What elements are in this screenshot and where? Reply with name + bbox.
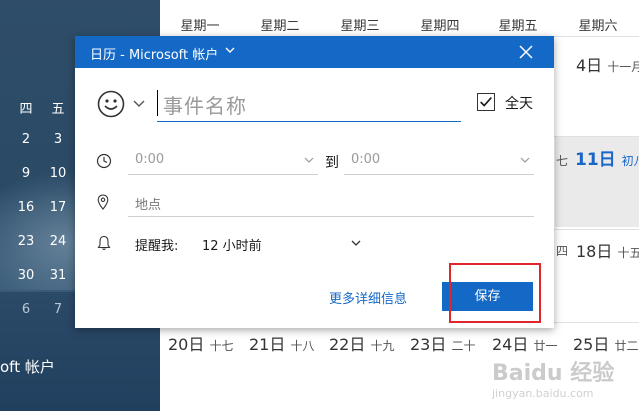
- to-label: 到: [325, 155, 339, 171]
- calendar-day-cell[interactable]: 22日 十九: [329, 331, 394, 355]
- location-input[interactable]: 地点: [128, 189, 534, 217]
- end-time-value: 0:00: [351, 152, 381, 167]
- mini-calendar-day[interactable]: 9: [14, 166, 38, 181]
- calendar-day-cell[interactable]: 四: [556, 240, 568, 259]
- week-header: 星期一 星期二 星期三 星期四 星期五 星期六: [160, 0, 639, 36]
- lunar-date: 二十: [451, 339, 476, 353]
- day-number: 24日: [492, 335, 529, 354]
- weekday-header: 星期五: [498, 19, 538, 34]
- mini-calendar-day[interactable]: 3: [46, 132, 70, 147]
- chevron-down-icon[interactable]: [225, 45, 235, 55]
- close-icon[interactable]: [516, 42, 536, 62]
- lunar-date: 十五: [617, 246, 639, 260]
- save-button[interactable]: 保存: [442, 282, 533, 311]
- start-time-picker[interactable]: 0:00: [128, 146, 318, 175]
- mini-calendar-day[interactable]: 23: [14, 234, 38, 249]
- day-number: 23日: [410, 335, 447, 354]
- chevron-down-icon[interactable]: [351, 239, 361, 247]
- calendar-day-cell[interactable]: 20日 十七: [168, 331, 233, 355]
- lunar-date: 廿二: [614, 339, 639, 353]
- location-pin-icon: [97, 194, 109, 210]
- calendar-day-cell[interactable]: 21日 十八: [249, 331, 314, 355]
- all-day-checkbox[interactable]: [477, 93, 495, 111]
- day-number: 25日: [573, 335, 610, 354]
- chevron-down-icon[interactable]: [133, 99, 145, 109]
- calendar-day-cell[interactable]: 24日 廿一: [492, 331, 557, 355]
- mini-calendar-day[interactable]: 17: [46, 200, 70, 215]
- lunar-date: 四: [556, 244, 569, 258]
- weekday-header: 星期六: [578, 19, 618, 34]
- day-number: 22日: [329, 335, 366, 354]
- mini-calendar-day[interactable]: 31: [46, 268, 70, 283]
- weekday-header: 星期二: [260, 19, 300, 34]
- calendar-day-cell[interactable]: 25日 廿二: [573, 331, 638, 355]
- account-label[interactable]: oft 帐户: [0, 356, 55, 377]
- calendar-day-cell[interactable]: 七: [556, 150, 568, 169]
- new-event-dialog: 日历 - Microsoft 帐户 事件名称 全天 0:00 到 0:00 地点…: [75, 36, 554, 328]
- mini-calendar-day[interactable]: 30: [14, 268, 38, 283]
- calendar-account-selector[interactable]: 日历 - Microsoft 帐户: [90, 44, 218, 63]
- event-name-placeholder: 事件名称: [163, 94, 247, 118]
- weekday-header: 星期一: [180, 19, 220, 34]
- mini-calendar-weekday: 五: [51, 102, 65, 117]
- lunar-date: 十九: [370, 339, 395, 353]
- dialog-titlebar: 日历 - Microsoft 帐户: [75, 36, 554, 68]
- lunar-date: 初八: [621, 154, 639, 168]
- weekday-header: 星期三: [340, 19, 380, 34]
- day-number: 18日: [576, 242, 613, 261]
- lunar-date: 十七: [209, 339, 234, 353]
- calendar-day-cell[interactable]: 23日 二十: [410, 331, 475, 355]
- watermark: Baidu 经验 jingyan.baidu.com: [492, 355, 632, 405]
- reminder-dropdown[interactable]: 12 小时前: [202, 235, 262, 254]
- more-details-link[interactable]: 更多详细信息: [329, 288, 407, 307]
- watermark-url: jingyan.baidu.com: [492, 387, 594, 400]
- mini-calendar-weekday: 四: [19, 102, 33, 117]
- mini-calendar-day[interactable]: 24: [46, 234, 70, 249]
- end-time-picker[interactable]: 0:00: [344, 146, 534, 175]
- location-placeholder: 地点: [135, 198, 162, 213]
- all-day-label[interactable]: 全天: [505, 93, 533, 113]
- text-caret: [157, 90, 158, 116]
- mini-calendar-day[interactable]: 16: [14, 200, 38, 215]
- mini-calendar-day[interactable]: 10: [46, 166, 70, 181]
- mini-calendar-day[interactable]: 7: [46, 302, 70, 317]
- calendar-day-cell[interactable]: 4日 十一月: [576, 52, 639, 76]
- reminder-label: 提醒我:: [135, 239, 179, 254]
- day-number: 4日: [576, 56, 603, 75]
- lunar-date: 七: [556, 154, 569, 168]
- weekday-header: 星期四: [420, 19, 460, 34]
- chevron-down-icon: [520, 157, 530, 163]
- lunar-date: 十八: [290, 339, 315, 353]
- checkmark-icon: [480, 97, 492, 107]
- today-day-cell[interactable]: 11日 初八: [575, 145, 639, 170]
- lunar-date: 廿一: [533, 339, 558, 353]
- bell-icon: [97, 235, 111, 251]
- chevron-down-icon: [304, 157, 314, 163]
- day-number: 21日: [249, 335, 286, 354]
- day-number: 11日: [575, 150, 616, 170]
- start-time-value: 0:00: [135, 152, 165, 167]
- watermark-brand: Baidu 经验: [492, 361, 615, 386]
- mini-calendar-day[interactable]: 6: [14, 302, 38, 317]
- mini-calendar-day[interactable]: 2: [14, 132, 38, 147]
- lunar-date: 十一月: [607, 60, 639, 74]
- event-name-input[interactable]: 事件名称: [157, 86, 461, 122]
- smiley-icon[interactable]: [97, 90, 125, 118]
- calendar-day-cell[interactable]: 18日 十五: [576, 238, 639, 262]
- clock-icon: [96, 153, 112, 169]
- day-number: 20日: [168, 335, 205, 354]
